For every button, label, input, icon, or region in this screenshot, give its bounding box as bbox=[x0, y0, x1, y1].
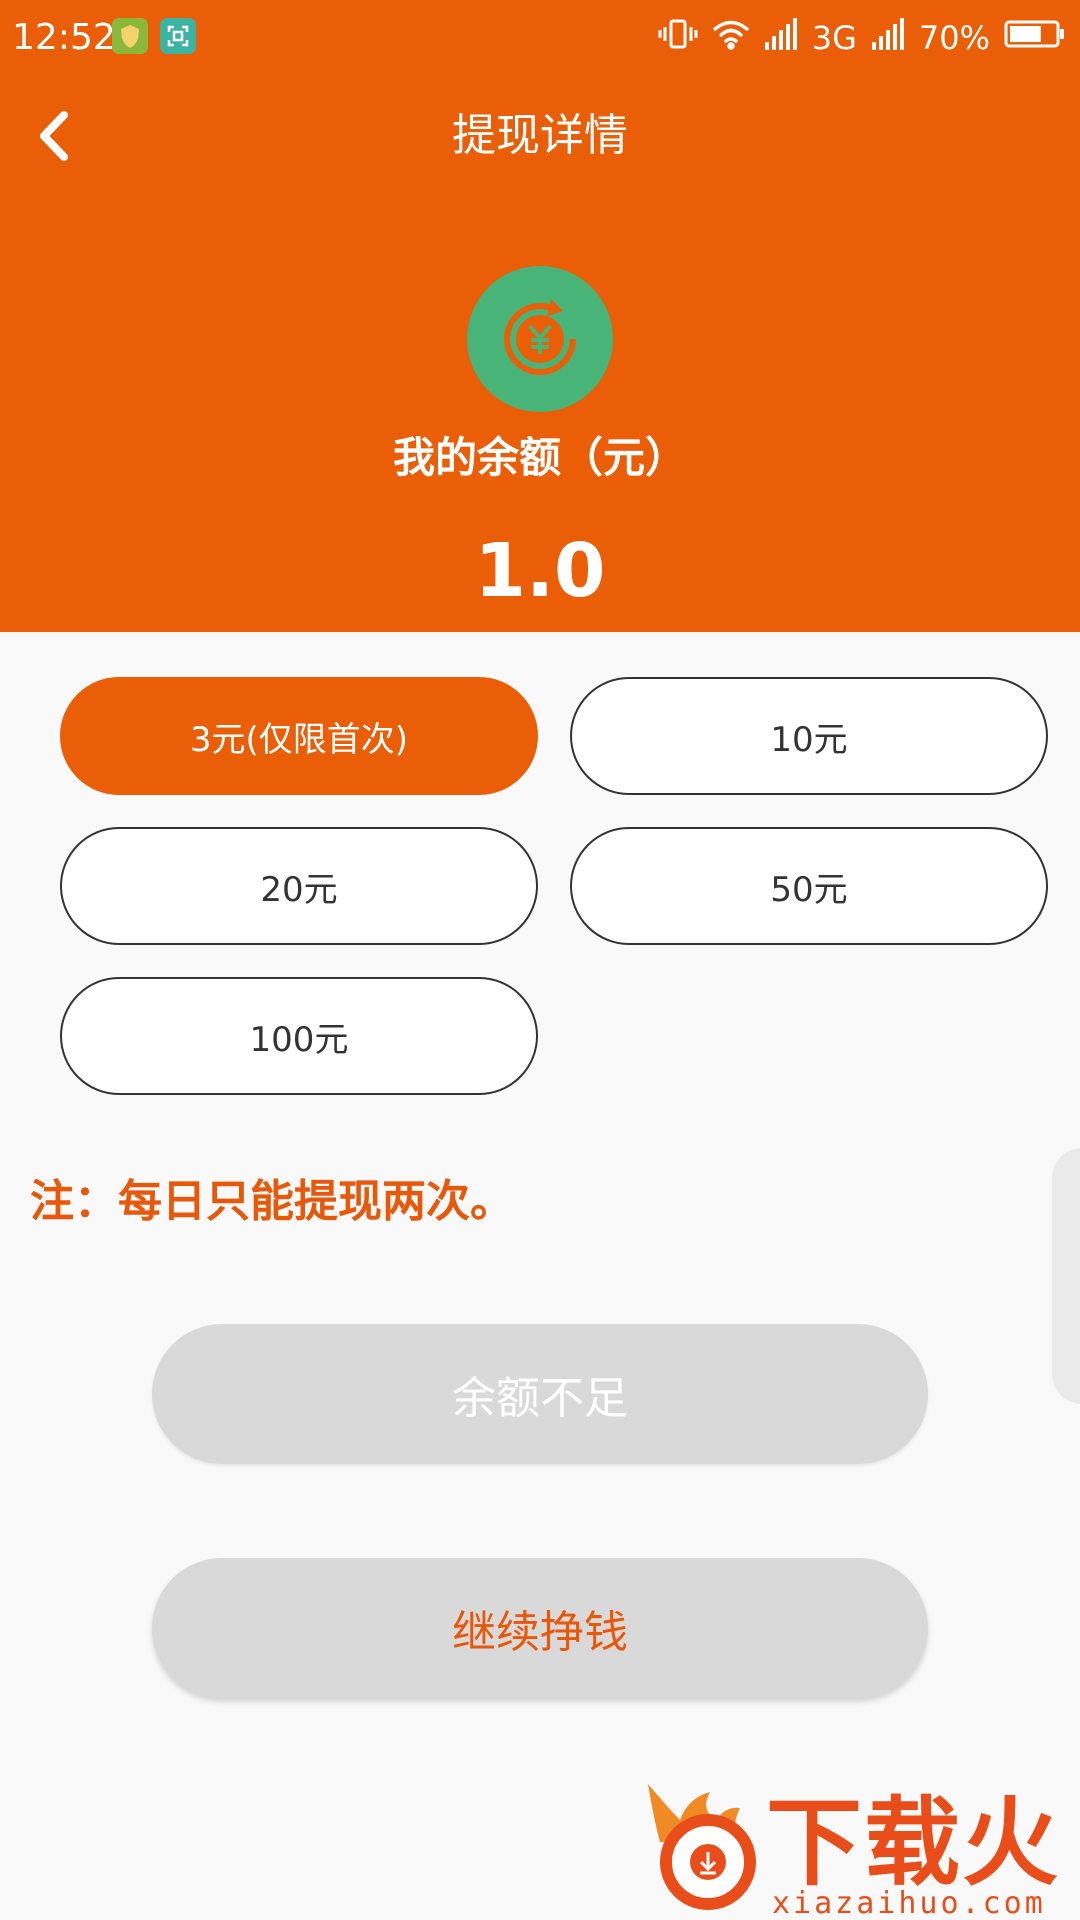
balance-label: 我的余额（元） bbox=[392, 433, 687, 482]
battery-percent: 70% bbox=[918, 19, 990, 57]
status-time: 12:52 bbox=[12, 17, 116, 58]
withdraw-note: 注：每日只能提现两次。 bbox=[30, 1176, 514, 1227]
amount-option-100[interactable]: 100元 bbox=[60, 977, 538, 1095]
signal-icon bbox=[871, 18, 905, 58]
watermark-text: 下载火 bbox=[766, 1787, 1060, 1899]
shield-app-icon bbox=[112, 18, 148, 54]
status-indicators: 3G 70% bbox=[658, 14, 1066, 62]
header: 12:52 3G 70% 提现详情 我的余额（元） 1.0 bbox=[0, 0, 1080, 632]
watermark-logo: 下载火 xiazaihuo.com bbox=[640, 1780, 1080, 1920]
status-bar: 12:52 3G 70% bbox=[0, 0, 1080, 80]
amount-option-3[interactable]: 3元(仅限首次) bbox=[60, 677, 538, 795]
floating-side-handle[interactable] bbox=[1052, 1148, 1080, 1404]
vibrate-icon bbox=[658, 17, 698, 59]
download-circle-icon bbox=[660, 1814, 756, 1910]
insufficient-balance-button[interactable]: 余额不足 bbox=[152, 1324, 928, 1464]
yuan-refresh-icon bbox=[467, 266, 613, 412]
signal-icon bbox=[764, 18, 798, 58]
balance-value: 1.0 bbox=[474, 528, 606, 614]
scan-app-icon bbox=[160, 18, 196, 54]
wifi-icon bbox=[712, 18, 750, 58]
battery-icon bbox=[1004, 19, 1066, 57]
page-title: 提现详情 bbox=[452, 110, 628, 161]
amount-option-50[interactable]: 50元 bbox=[570, 827, 1048, 945]
withdraw-detail-screen: 12:52 3G 70% 提现详情 我的余额（元） 1.0 3元(仅限首次) 1… bbox=[0, 0, 1080, 1920]
amount-option-10[interactable]: 10元 bbox=[570, 677, 1048, 795]
amount-option-20[interactable]: 20元 bbox=[60, 827, 538, 945]
continue-earning-button[interactable]: 继续挣钱 bbox=[152, 1558, 928, 1698]
network-type: 3G bbox=[811, 19, 857, 57]
watermark-domain: xiazaihuo.com bbox=[772, 1886, 1046, 1920]
